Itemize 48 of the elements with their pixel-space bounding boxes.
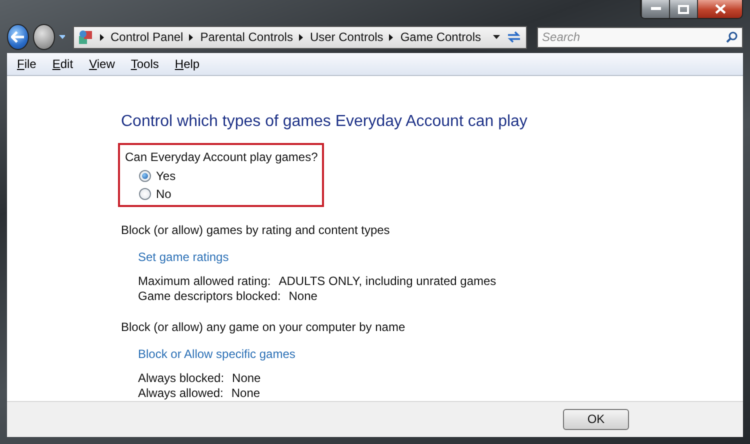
question-label: Can Everyday Account play games? <box>125 150 318 165</box>
detail-label: Always allowed: <box>138 386 224 401</box>
chevron-icon <box>389 34 394 41</box>
detail-label: Maximum allowed rating: <box>138 274 271 289</box>
detail-value: None <box>288 288 318 304</box>
maximize-button[interactable] <box>669 0 697 18</box>
radio-icon[interactable] <box>139 170 151 182</box>
refresh-icon[interactable] <box>506 30 522 44</box>
minimize-button[interactable] <box>641 0 669 18</box>
chevron-icon <box>189 34 194 41</box>
search-field[interactable]: Search <box>537 26 744 48</box>
breadcrumb[interactable]: Game Controls <box>400 30 482 45</box>
detail-label: Game descriptors blocked: <box>138 288 281 304</box>
detail-value: None <box>231 386 260 401</box>
arrow-icon <box>10 31 25 44</box>
dropdown-icon[interactable] <box>493 35 500 40</box>
chevron-icon <box>100 34 104 41</box>
forward-button[interactable] <box>32 24 55 50</box>
maximize-icon <box>678 4 689 14</box>
close-icon <box>714 4 726 14</box>
radio-icon[interactable] <box>139 188 151 200</box>
caret-icon[interactable] <box>58 35 65 40</box>
address-bar[interactable]: Control Panel Parental Controls User Controls Game Controls <box>72 26 528 49</box>
detail-value: ADULTS ONLY, including unrated games <box>278 274 496 289</box>
settings-link[interactable]: Set game ratings <box>138 250 743 264</box>
radio-option[interactable]: No <box>139 186 318 201</box>
page-heading: Control which types of games Everyday Account can play <box>121 112 528 131</box>
breadcrumb[interactable]: Control Panel <box>110 30 184 45</box>
menu-item[interactable]: Tools <box>130 56 159 71</box>
close-button[interactable] <box>697 0 742 18</box>
chevron-icon <box>298 34 303 41</box>
radio-option[interactable]: Yes <box>139 168 318 183</box>
section-title: Block (or allow) games by rating and content types <box>121 222 391 238</box>
menu-item[interactable]: File <box>17 56 36 71</box>
menu-item[interactable]: Help <box>174 56 200 71</box>
back-button[interactable] <box>7 24 29 50</box>
control-panel-icon <box>78 29 94 46</box>
detail-label: Always blocked: <box>138 370 224 386</box>
minimize-icon <box>650 7 660 11</box>
breadcrumb[interactable]: User Controls <box>310 30 384 45</box>
section-title: Block (or allow) any game on your computer by name <box>121 320 406 335</box>
menu-item[interactable]: Edit <box>52 56 74 71</box>
ok-button[interactable]: OK <box>563 408 629 430</box>
search-icon[interactable] <box>726 30 738 43</box>
settings-link[interactable]: Block or Allow specific games <box>138 346 743 361</box>
detail-value: None <box>232 370 261 386</box>
breadcrumb[interactable]: Parental Controls <box>200 30 293 45</box>
menu-item[interactable]: View <box>89 56 115 71</box>
